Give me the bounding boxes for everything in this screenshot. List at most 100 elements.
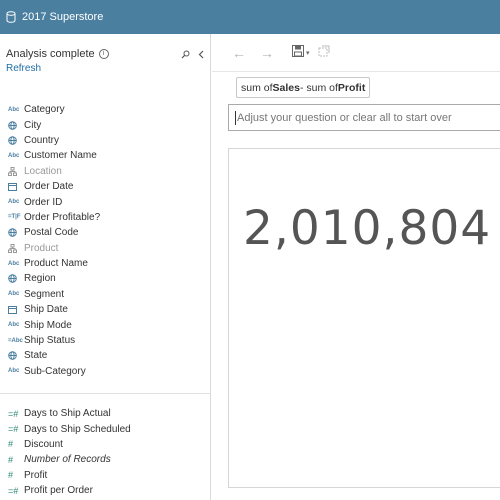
hierarchy-icon [8,166,24,176]
string-icon: Abc [8,106,20,113]
calendar-icon [8,182,24,192]
sheet-swap-icon[interactable] [318,45,330,60]
globe-icon [8,351,24,361]
field-order-id[interactable]: Abc Order ID [0,194,210,209]
field-number-of-records[interactable]: # Number of Records [0,452,210,467]
data-pane-header: Analysis complete i Refresh [6,48,210,74]
hierarchy-icon [8,243,24,253]
field-ship-mode[interactable]: Abc Ship Mode [0,317,210,332]
pill-field-sales: Sales [272,81,300,94]
number-icon: # [8,470,14,481]
calculated-number-icon: =# [8,408,19,419]
field-label: City [24,119,42,131]
field-label: Product [24,242,59,254]
field-profit[interactable]: # Profit [0,468,210,483]
field-label: Discount [24,438,63,450]
question-placeholder: Adjust your question or clear all to sta… [237,111,452,124]
globe-icon [8,136,24,145]
string-icon: Abc [8,199,20,206]
dimensions-list: Abc Category City Country Abc Customer Name Lo… [0,102,210,379]
pill-mid: - sum of [299,81,338,94]
field-country[interactable]: Country [0,133,210,148]
field-label: Ship Date [24,304,68,316]
field-sub-category[interactable]: Abc Sub-Category [0,364,210,379]
field-state[interactable]: State [0,348,210,363]
string-icon: Abc [8,291,20,298]
field-product[interactable]: Product [0,241,210,256]
measures-list: =# Days to Ship Actual =# Days to Ship Sche… [0,406,210,498]
globe-icon [8,120,24,130]
field-label: Profit per Order [24,485,93,497]
field-label: Order ID [24,196,63,208]
field-label: Days to Ship Scheduled [24,423,131,435]
field-ship-date[interactable]: Ship Date [0,302,210,317]
field-label: Profit [24,469,48,481]
save-icon [292,45,304,60]
field-label: Location [24,165,62,177]
field-label: Order Date [24,181,74,193]
field-label: Days to Ship Actual [24,408,111,420]
refresh-link[interactable]: Refresh [6,63,210,74]
query-pill[interactable]: sum of Sales - sum of Profit [236,77,371,98]
field-postal-code[interactable]: Postal Code [0,225,210,240]
field-city[interactable]: City [0,117,210,132]
field-product-name[interactable]: Abc Product Name [0,256,210,271]
redo-icon[interactable]: → [260,45,274,61]
string-icon: Abc [8,260,20,267]
field-label: Customer Name [24,150,97,162]
save-menu[interactable]: ▾ [292,45,310,60]
field-customer-name[interactable]: Abc Customer Name [0,148,210,163]
field-location[interactable]: Location [0,164,210,179]
field-divider [0,393,210,394]
string-icon: Abc [8,152,20,159]
field-label: Sub-Category [24,365,86,377]
field-label: Order Profitable? [24,211,101,223]
field-region[interactable]: Region [0,271,210,286]
result-value: 2,010,804 [243,201,492,256]
app-header: 2017 Superstore [0,0,500,34]
pill-prefix: sum of [241,81,273,94]
data-pane-tools [181,50,204,62]
field-discount[interactable]: # Discount [0,437,210,452]
chevron-down-icon: ▾ [306,49,310,57]
database-icon [6,11,16,23]
number-icon: # [8,439,14,450]
string-icon: Abc [8,322,20,329]
app-title: 2017 Superstore [22,11,104,23]
collapse-pane-icon[interactable] [198,50,204,62]
visualization-area: 2,010,804 [228,148,500,488]
text-cursor [235,110,236,125]
field-label: Product Name [24,258,88,270]
field-label: Segment [24,288,65,300]
analysis-status: Analysis complete i [6,48,210,60]
analysis-status-text: Analysis complete [6,48,95,60]
field-order-date[interactable]: Order Date [0,179,210,194]
question-input[interactable]: Adjust your question or clear all to sta… [228,104,500,131]
field-label: Ship Mode [24,319,72,331]
globe-icon [8,228,24,238]
pill-field-profit: Profit [337,81,366,94]
field-label: Country [24,134,60,146]
field-label: State [24,350,48,362]
toolbar: ← → ▾ [212,34,500,72]
field-label: Region [24,273,56,285]
undo-icon[interactable]: ← [232,45,246,61]
field-days-to-ship-actual[interactable]: =# Days to Ship Actual [0,406,210,421]
string-icon: Abc [8,368,20,375]
field-label: Ship Status [24,335,76,347]
field-label: Category [24,104,65,116]
info-icon[interactable]: i [98,49,109,59]
calculated-string-icon: =Abc [8,337,23,344]
calculated-boolean-icon: =T|F [8,214,21,221]
calendar-icon [8,305,24,315]
field-segment[interactable]: Abc Segment [0,287,210,302]
search-icon[interactable] [181,50,190,62]
field-category[interactable]: Abc Category [0,102,210,117]
calculated-number-icon: =# [8,485,19,496]
field-profit-per-order[interactable]: =# Profit per Order [0,483,210,498]
field-days-to-ship-scheduled[interactable]: =# Days to Ship Scheduled [0,421,210,436]
field-order-profitable[interactable]: =T|F Order Profitable? [0,210,210,225]
field-ship-status[interactable]: =Abc Ship Status [0,333,210,348]
calculated-number-icon: =# [8,424,19,435]
field-label: Number of Records [24,454,111,466]
